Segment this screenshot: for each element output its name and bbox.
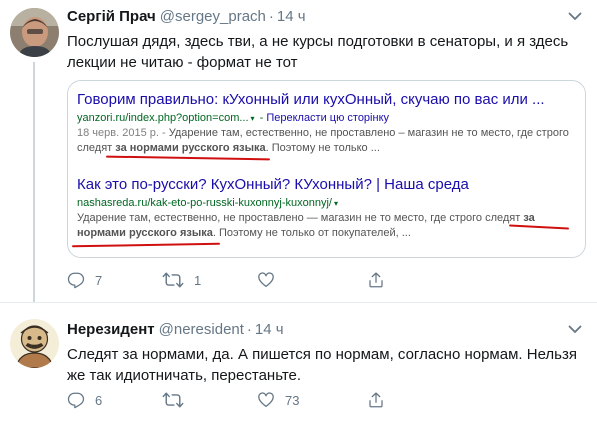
retweet-count: 1 xyxy=(194,272,202,288)
share-icon xyxy=(369,392,383,408)
search-result: Как это по-русски? КухОнный? КУхонный? |… xyxy=(77,175,577,241)
like-icon xyxy=(258,392,274,408)
tweet-header: Нерезидент @neresident · 14 ч xyxy=(67,321,284,338)
avatar[interactable] xyxy=(10,8,59,57)
tweet-actions: 6 73 xyxy=(67,390,507,410)
author-handle[interactable]: @sergey_prach xyxy=(160,8,266,25)
red-underline xyxy=(105,155,271,161)
like-button[interactable]: 73 xyxy=(257,390,299,410)
chevron-down-icon[interactable] xyxy=(568,324,582,334)
snippet-text-end: . Поэтому не только от покупателей, ... xyxy=(212,227,411,239)
tweet[interactable]: Сергій Прач @sergey_prach · 14 ч Послушая д… xyxy=(0,0,597,302)
result-url: yanzori.ru/index.php?option=com... xyxy=(77,112,249,124)
avatar[interactable] xyxy=(10,319,59,368)
retweet-icon xyxy=(162,392,184,408)
reply-count: 6 xyxy=(95,392,103,408)
retweet-button[interactable] xyxy=(162,390,194,410)
url-dropdown-icon: ▾ xyxy=(250,114,255,123)
author-handle[interactable]: @neresident xyxy=(159,321,244,338)
result-url: nashasreda.ru/kak-eto-po-russki-kuxonnyj… xyxy=(77,197,332,209)
reply-button[interactable]: 7 xyxy=(67,270,102,290)
tweet-header: Сергій Прач @sergey_prach · 14 ч xyxy=(67,8,306,25)
timestamp[interactable]: 14 ч xyxy=(255,321,284,338)
separator-dot: · xyxy=(268,8,274,25)
share-button[interactable] xyxy=(367,270,385,290)
share-icon xyxy=(369,272,383,288)
timestamp[interactable]: 14 ч xyxy=(277,8,306,25)
snippet-bold: за нормами русского языка xyxy=(115,142,266,154)
tweet-text: Следят за нормами, да. А пишется по норм… xyxy=(67,346,577,384)
reply-button[interactable]: 6 xyxy=(67,390,102,410)
separator-dot: · xyxy=(246,321,252,338)
result-snippet: 18 черв. 2015 р. - Ударение там, естеств… xyxy=(77,126,577,156)
red-underline xyxy=(71,242,221,248)
chevron-down-icon[interactable] xyxy=(568,11,582,21)
reply-icon xyxy=(67,272,85,289)
retweet-button[interactable]: 1 xyxy=(162,270,201,290)
like-count: 73 xyxy=(285,392,300,408)
result-date: 18 черв. 2015 р. xyxy=(77,127,159,139)
tweet[interactable]: Нерезидент @neresident · 14 ч Следят за нор… xyxy=(0,302,597,425)
like-icon xyxy=(258,272,274,288)
translate-link: Перекласти цю сторінку xyxy=(266,112,390,124)
avatar-cartoon xyxy=(10,319,59,368)
result-url-line: nashasreda.ru/kak-eto-po-russki-kuxonnyj… xyxy=(77,196,577,211)
reply-count: 7 xyxy=(95,272,103,288)
author-name[interactable]: Сергій Прач xyxy=(67,8,156,25)
url-dropdown-icon: ▾ xyxy=(333,199,338,208)
date-separator: - xyxy=(158,127,169,139)
attached-image[interactable]: Говорим правильно: кУхонный или кухОнный… xyxy=(67,80,586,258)
avatar-photo xyxy=(10,8,59,57)
share-button[interactable] xyxy=(367,390,385,410)
retweet-icon xyxy=(162,272,184,288)
url-separator: - xyxy=(256,112,267,124)
snippet-text: Ударение там, естественно, не проставлен… xyxy=(77,212,524,224)
result-title: Как это по-русски? КухОнный? КУхонный? |… xyxy=(77,176,469,193)
tweet-actions: 7 1 xyxy=(67,270,507,290)
result-url-line: yanzori.ru/index.php?option=com... ▾ - Пе… xyxy=(77,111,577,126)
result-snippet: Ударение там, естественно, не проставлен… xyxy=(77,211,577,241)
author-name[interactable]: Нерезидент xyxy=(67,321,155,338)
snippet-text-end: . Поэтому не только ... xyxy=(265,142,380,154)
reply-icon xyxy=(67,392,85,409)
like-button[interactable] xyxy=(257,270,285,290)
tweet-text: Послушая дядя, здесь тви, а не курсы под… xyxy=(67,33,569,71)
thread-connector xyxy=(33,62,35,302)
result-title: Говорим правильно: кУхонный или кухОнный… xyxy=(77,91,545,108)
search-result: Говорим правильно: кУхонный или кухОнный… xyxy=(77,90,577,156)
